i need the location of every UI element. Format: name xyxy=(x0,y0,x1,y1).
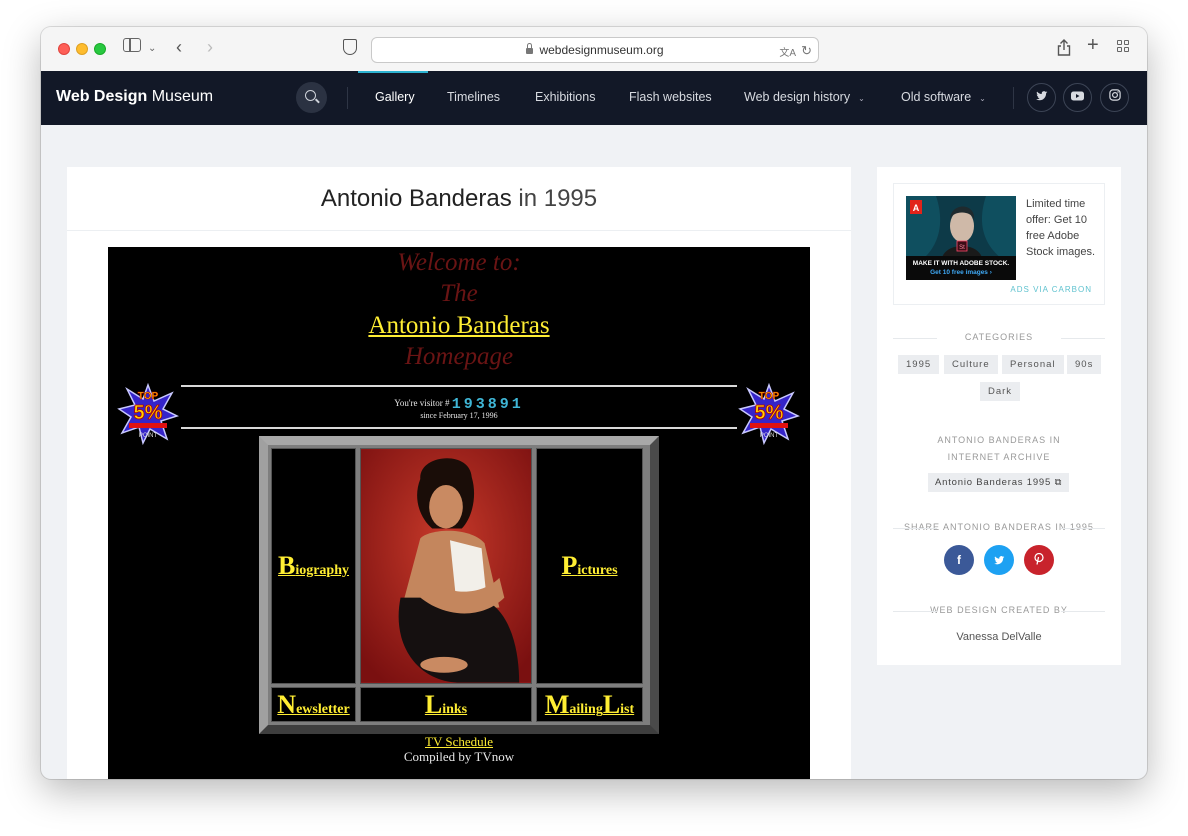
header-rule xyxy=(181,385,737,387)
homepage-text: Homepage xyxy=(404,343,514,370)
twitter-icon[interactable] xyxy=(984,545,1014,575)
privacy-shield-icon[interactable] xyxy=(343,39,357,55)
top-5-award-badge: TOP 5% POINT xyxy=(738,383,800,445)
created-by-heading: WEB DESIGN CREATED BY xyxy=(877,605,1121,615)
zoom-window-button[interactable] xyxy=(94,43,106,55)
site-logo[interactable]: Web Design Museum xyxy=(56,88,213,106)
title-divider xyxy=(67,230,851,231)
browser-window: ⌄ ‹ › webdesignmuseum.org 文A ↻ + Web Des… xyxy=(41,27,1147,779)
top-5-award-badge: TOP 5% POINT xyxy=(117,383,179,445)
share-icon[interactable] xyxy=(1057,39,1071,56)
banderas-photo xyxy=(360,448,532,684)
welcome-text: Welcome to: xyxy=(397,249,521,276)
minimize-window-button[interactable] xyxy=(76,43,88,55)
sidebar-toggle-icon[interactable] xyxy=(123,38,141,52)
ad-text[interactable]: Limited time offer: Get 10 free Adobe St… xyxy=(1026,196,1100,260)
chevron-down-icon: ⌄ xyxy=(979,94,986,103)
tag-culture[interactable]: Culture xyxy=(944,355,998,374)
creator-name[interactable]: Vanessa DelValle xyxy=(877,631,1121,643)
site-navbar: Web Design Museum Gallery Timelines Exhi… xyxy=(41,71,1147,125)
carbon-ad[interactable]: A St MAKE IT WITH ADOBE STOCK. Get 10 fr… xyxy=(893,183,1105,305)
ads-via-carbon-link[interactable]: ADS VIA CARBON xyxy=(1010,285,1092,294)
newsletter-link[interactable]: Newsletter xyxy=(277,690,349,720)
internet-archive-button[interactable]: Antonio Banderas 1995 ⧉ xyxy=(928,473,1070,492)
facebook-icon[interactable]: f xyxy=(944,545,974,575)
header-rule xyxy=(181,427,737,429)
youtube-icon[interactable] xyxy=(1063,83,1092,112)
nav-web-design-history[interactable]: Web design history ⌄ xyxy=(744,90,865,104)
nav-gallery[interactable]: Gallery xyxy=(375,90,415,104)
tv-schedule-link[interactable]: TV Schedule xyxy=(108,734,810,750)
welcome-the-text: The xyxy=(440,280,478,307)
active-tab-indicator xyxy=(358,71,428,73)
search-button[interactable] xyxy=(296,82,327,113)
compiled-by-text: Compiled by TVnow xyxy=(403,749,515,764)
nav-timelines[interactable]: Timelines xyxy=(447,90,500,104)
tag-personal[interactable]: Personal xyxy=(1002,355,1064,374)
svg-text:POINT: POINT xyxy=(139,433,158,439)
biography-cell: Biography xyxy=(271,448,356,684)
browser-toolbar: ⌄ ‹ › webdesignmuseum.org 文A ↻ + xyxy=(41,27,1147,72)
tag-90s[interactable]: 90s xyxy=(1067,355,1102,374)
links-cell: Links xyxy=(360,687,532,722)
newsletter-cell: Newsletter xyxy=(271,687,356,722)
mailing-list-cell: MailingList xyxy=(536,687,643,722)
svg-text:5%: 5% xyxy=(755,402,784,424)
back-icon[interactable]: ‹ xyxy=(176,37,182,57)
sidebar: A St MAKE IT WITH ADOBE STOCK. Get 10 fr… xyxy=(877,167,1121,665)
forward-icon[interactable]: › xyxy=(207,37,213,57)
share-heading: SHARE ANTONIO BANDERAS IN 1995 xyxy=(877,522,1121,532)
svg-text:POINT: POINT xyxy=(760,433,779,439)
svg-text:A: A xyxy=(913,203,920,213)
website-screenshot: Welcome to: The Antonio Banderas Homepag… xyxy=(108,247,810,779)
translate-icon[interactable]: 文A xyxy=(779,42,796,66)
pictures-cell: Pictures xyxy=(536,448,643,684)
links-link[interactable]: Links xyxy=(425,690,467,720)
pictures-link[interactable]: Pictures xyxy=(561,551,617,581)
close-window-button[interactable] xyxy=(58,43,70,55)
categories-heading: CATEGORIES xyxy=(877,332,1121,342)
navigation-frame: Biography Pictures Newsletter Links Mail… xyxy=(259,436,659,734)
since-date: since February 17, 1996 xyxy=(420,411,498,420)
page-title: Antonio Banderas in 1995 xyxy=(320,185,598,212)
new-tab-icon[interactable]: + xyxy=(1087,35,1099,55)
address-bar[interactable]: webdesignmuseum.org 文A ↻ xyxy=(371,37,819,63)
homepage-name-link[interactable]: Antonio Banderas xyxy=(108,312,810,340)
biography-link[interactable]: Biography xyxy=(278,551,349,581)
ad-caption: MAKE IT WITH ADOBE STOCK. xyxy=(913,260,1010,267)
tab-overview-icon[interactable] xyxy=(1117,40,1130,53)
svg-text:St: St xyxy=(959,245,965,251)
archive-heading: ANTONIO BANDERAS IN INTERNET ARCHIVE xyxy=(937,435,1061,462)
nav-divider xyxy=(1013,87,1014,109)
external-link-icon: ⧉ xyxy=(1054,477,1063,488)
instagram-icon[interactable] xyxy=(1100,83,1129,112)
reload-icon[interactable]: ↻ xyxy=(801,39,812,63)
svg-text:5%: 5% xyxy=(134,402,163,424)
svg-text:TOP: TOP xyxy=(759,391,780,402)
twitter-icon[interactable] xyxy=(1027,83,1056,112)
svg-text:TOP: TOP xyxy=(138,391,159,402)
ad-image[interactable]: A St MAKE IT WITH ADOBE STOCK. Get 10 fr… xyxy=(906,196,1016,280)
url-text: webdesignmuseum.org xyxy=(539,43,664,57)
nav-divider xyxy=(347,87,348,109)
pinterest-icon[interactable] xyxy=(1024,545,1054,575)
nav-flash-websites[interactable]: Flash websites xyxy=(629,90,712,104)
lock-icon xyxy=(526,43,534,54)
nav-old-software[interactable]: Old software ⌄ xyxy=(901,90,986,104)
mailing-list-link[interactable]: MailingList xyxy=(545,690,634,720)
ad-caption-cta: Get 10 free images › xyxy=(930,269,992,276)
chevron-down-icon: ⌄ xyxy=(858,94,865,103)
tag-1995[interactable]: 1995 xyxy=(898,355,940,374)
tag-dark[interactable]: Dark xyxy=(980,382,1021,401)
content-card: Antonio Banderas in 1995 Welcome to: The… xyxy=(67,167,851,779)
chevron-down-icon[interactable]: ⌄ xyxy=(148,39,156,59)
nav-exhibitions[interactable]: Exhibitions xyxy=(535,90,595,104)
